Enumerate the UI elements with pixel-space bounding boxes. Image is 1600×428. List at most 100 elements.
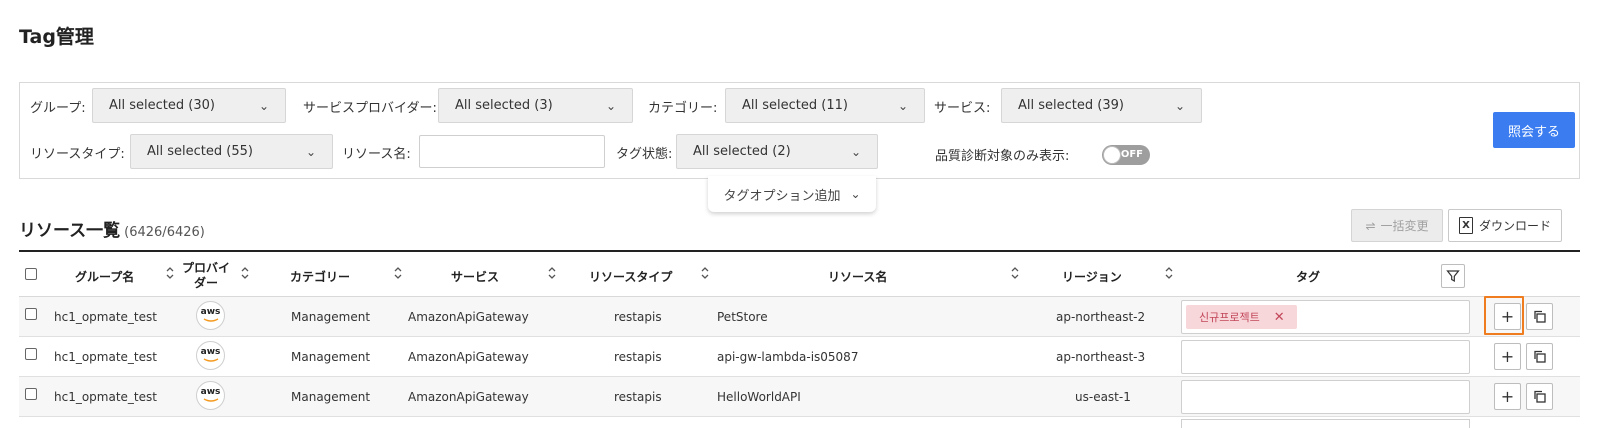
group-select-value: All selected (30)	[109, 98, 215, 113]
category-filter-label: カテゴリー:	[648, 101, 718, 116]
add-tag-button[interactable]: +	[1494, 303, 1521, 330]
group-filter-label: グループ:	[30, 101, 86, 116]
tag-state-filter-label: タグ状態:	[616, 147, 673, 162]
tag-chip-label: 신규프로젝트	[1199, 311, 1260, 324]
cell-service: AmazonApiGateway	[408, 350, 529, 364]
copy-icon	[1534, 350, 1546, 363]
cell-category: Management	[291, 390, 371, 404]
tag-filter-button[interactable]	[1441, 264, 1465, 288]
swap-icon: ⇌	[1365, 218, 1376, 233]
tag-state-select[interactable]: All selected (2) ⌄	[676, 134, 878, 169]
col-header-category: カテゴリー	[290, 269, 351, 284]
provider-select-value: All selected (3)	[455, 98, 553, 113]
sort-icon[interactable]	[1010, 264, 1020, 282]
service-select[interactable]: All selected (39) ⌄	[1001, 88, 1202, 123]
tag-input[interactable]: 신규프로젝트 ✕	[1181, 300, 1470, 334]
tag-input-partial[interactable]	[1181, 419, 1470, 428]
aws-provider-icon: aws	[196, 341, 225, 370]
tag-input[interactable]	[1181, 380, 1470, 414]
sort-icon[interactable]	[547, 264, 557, 282]
tag-state-select-value: All selected (2)	[693, 144, 791, 159]
quality-only-toggle[interactable]: OFF	[1102, 145, 1150, 165]
aws-smile-icon	[203, 398, 218, 402]
aws-provider-icon: aws	[196, 301, 225, 330]
chevron-down-icon: ⌄	[305, 144, 316, 159]
table-row: hc1_opmate_test aws Management AmazonApi…	[19, 337, 1580, 377]
resource-name-filter-label: リソース名:	[342, 147, 411, 162]
aws-smile-icon	[203, 358, 218, 362]
cell-resource-name: PetStore	[717, 310, 768, 324]
cell-resource-type: restapis	[614, 350, 662, 364]
resource-type-select-value: All selected (55)	[147, 144, 253, 159]
cell-resource-name: api-gw-lambda-is05087	[717, 350, 859, 364]
quality-filter-label: 品質診断対象のみ表示:	[935, 149, 1070, 164]
resource-name-input[interactable]	[419, 135, 605, 168]
remove-tag-icon[interactable]: ✕	[1274, 310, 1285, 325]
excel-file-icon: X	[1458, 217, 1473, 234]
table-top-border	[19, 250, 1580, 252]
cell-service: AmazonApiGateway	[408, 390, 529, 404]
col-header-resource-type: リソースタイプ	[589, 269, 673, 284]
add-tag-button[interactable]: +	[1494, 343, 1521, 370]
col-header-tag: タグ	[1296, 269, 1321, 284]
resource-count: (6426/6426)	[124, 225, 205, 240]
sort-icon[interactable]	[700, 264, 710, 282]
col-header-service: サービス	[451, 269, 500, 284]
col-header-region: リージョン	[1062, 269, 1122, 284]
chevron-down-icon: ⌄	[1174, 98, 1185, 113]
add-tag-button[interactable]: +	[1494, 383, 1521, 410]
provider-logo-text: aws	[200, 347, 221, 357]
service-filter-label: サービス:	[934, 101, 991, 116]
provider-select[interactable]: All selected (3) ⌄	[438, 88, 633, 123]
col-header-group: グループ名	[75, 269, 135, 284]
row-checkbox[interactable]	[25, 308, 37, 320]
chevron-down-icon: ⌄	[897, 98, 908, 113]
download-label: ダウンロード	[1478, 219, 1551, 233]
tag-chip: 신규프로젝트 ✕	[1186, 305, 1297, 329]
sort-icon[interactable]	[165, 264, 175, 282]
tag-option-add-button[interactable]: タグオプション追加 ⌄	[708, 176, 876, 212]
copy-tag-button[interactable]	[1526, 343, 1553, 370]
category-select[interactable]: All selected (11) ⌄	[725, 88, 925, 123]
cell-region: ap-northeast-3	[1056, 350, 1146, 364]
sort-icon[interactable]	[240, 264, 250, 282]
select-all-checkbox[interactable]	[25, 268, 37, 280]
cell-region: us-east-1	[1075, 390, 1131, 404]
plus-icon: +	[1500, 347, 1515, 366]
toggle-knob	[1103, 146, 1121, 164]
chevron-down-icon: ⌄	[850, 144, 861, 159]
col-header-resource-name: リソース名	[828, 269, 888, 284]
bulk-change-button[interactable]: ⇌ 一括変更	[1351, 209, 1443, 242]
plus-icon: +	[1500, 307, 1515, 326]
sort-icon[interactable]	[1164, 264, 1174, 282]
copy-icon	[1534, 390, 1546, 403]
cell-group: hc1_opmate_test	[54, 390, 157, 404]
tag-input[interactable]	[1181, 340, 1470, 374]
table-row: hc1_opmate_test aws Management AmazonApi…	[19, 377, 1580, 417]
category-select-value: All selected (11)	[742, 98, 848, 113]
col-header-provider: プロバイダー	[181, 261, 230, 290]
cell-region: ap-northeast-2	[1056, 310, 1146, 324]
toggle-state-label: OFF	[1120, 149, 1143, 160]
copy-icon	[1534, 310, 1546, 323]
provider-logo-text: aws	[200, 387, 221, 397]
resource-list-title-text: リソース一覧	[19, 221, 121, 241]
download-button[interactable]: X ダウンロード	[1448, 209, 1562, 242]
cell-category: Management	[291, 310, 371, 324]
row-checkbox[interactable]	[25, 348, 37, 360]
chevron-down-icon: ⌄	[605, 98, 616, 113]
page-title: Tag管理	[19, 26, 94, 48]
row-checkbox[interactable]	[25, 388, 37, 400]
resource-list-title: リソース一覧 (6426/6426)	[19, 216, 205, 241]
cell-resource-type: restapis	[614, 310, 662, 324]
cell-service: AmazonApiGateway	[408, 310, 529, 324]
resource-type-select[interactable]: All selected (55) ⌄	[130, 134, 333, 169]
copy-tag-button[interactable]	[1526, 303, 1553, 330]
cell-resource-type: restapis	[614, 390, 662, 404]
query-button[interactable]: 照会する	[1493, 112, 1575, 148]
tag-option-add-label: タグオプション追加	[723, 188, 841, 204]
sort-icon[interactable]	[393, 264, 403, 282]
bulk-change-label: 一括変更	[1380, 219, 1429, 233]
group-select[interactable]: All selected (30) ⌄	[92, 88, 286, 123]
copy-tag-button[interactable]	[1526, 383, 1553, 410]
